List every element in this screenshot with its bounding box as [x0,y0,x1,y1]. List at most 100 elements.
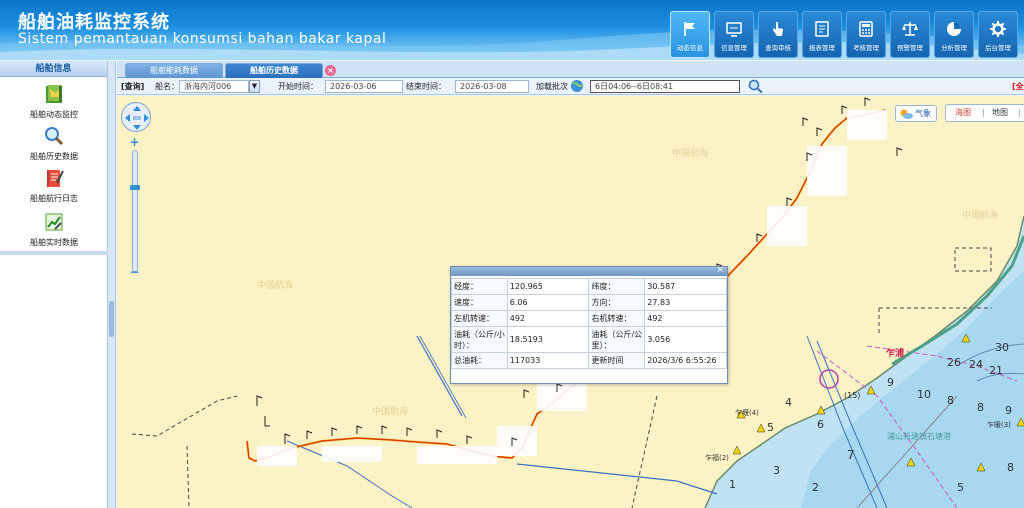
report-icon [815,21,829,37]
batch-select[interactable]: 6日04:06--6日08:41 [590,80,740,93]
depth-label: 24 [969,358,983,371]
field-value: 120.965 [506,278,590,295]
weather-button[interactable]: 气象 [895,105,937,122]
nav-label: 查询审核 [765,44,791,52]
field-value: 3.056 [644,326,727,353]
depth-label: 5 [767,421,774,434]
ship-name-label: 船名： [155,82,179,91]
nav-label: 报表管理 [809,44,835,52]
depth-label: 26 [947,356,961,369]
nav-query-review[interactable]: 查询审核 [758,11,798,58]
nav-dynamic-info[interactable]: 动态信息 [670,11,710,58]
road-map-toggle[interactable]: 地图 [992,105,1008,121]
fullscreen-link[interactable]: [全 [1012,78,1024,95]
zoom-slider-handle[interactable] [130,185,140,190]
depth-label: 4 [785,396,792,409]
query-bar: [查询] 船名： 浙海内河006 ▼ 开始时间： 2026-03-06 结束时间… [117,78,1024,95]
sidebar-splitter[interactable] [108,61,116,508]
nav-info-management[interactable]: 信息管理 [714,11,754,58]
tab-close-icon[interactable]: × [325,65,336,76]
place-label: 浦山新建镇石塘港 [887,432,951,441]
book-map-icon [46,85,62,103]
map-pan-control[interactable] [121,102,151,132]
start-time-input[interactable]: 2026-03-06 [325,80,403,93]
table-row: 总油耗： 117033 更新时间 2026/3/6 6:55:26 [451,352,727,369]
sidebar-item-realtime-data[interactable]: 船舶实时数据 [0,211,108,248]
table-row: 经度： 120.965 纬度： 30.587 [451,278,727,295]
place-label: 乍福(2) [705,454,729,462]
sidebar-item-voyage-log[interactable]: 船舶航行日志 [0,167,108,204]
sea-chart-toggle[interactable]: 海图 [955,105,971,121]
splitter-grip[interactable] [109,301,114,337]
app-subtitle: Sistem pemantauan konsumsi bahan bakar k… [18,31,387,47]
zoom-in-icon[interactable]: + [128,136,141,148]
sidebar-item-label: 船舶实时数据 [30,238,78,247]
field-label: 左机转速： [451,310,508,327]
sidebar-item-label: 船舶航行日志 [30,194,78,203]
nav-assessment-management[interactable]: 考核管理 [846,11,886,58]
nav-label: 考核管理 [853,44,879,52]
depth-label: 30 [995,341,1009,354]
load-batch-label: 加载批次 [536,82,568,91]
ship-name-select[interactable]: 浙海内河006 [179,80,249,93]
search-icon[interactable] [748,79,764,94]
zoom-slider[interactable] [130,150,140,272]
app-header: 船舶油耗监控系统 Sistem pemantauan konsumsi baha… [0,0,1024,60]
close-icon[interactable]: × [716,265,724,275]
depth-label: 3 [773,464,780,477]
popup-header[interactable]: × [451,265,727,276]
sidebar-item-history-data[interactable]: 船舶历史数据 [0,125,108,162]
scale-icon [902,22,918,36]
map-watermark: 中国航海 [257,281,294,291]
end-time-label: 结束时间： [406,82,446,91]
chevron-down-icon[interactable]: ▼ [249,80,260,93]
nav-report-management[interactable]: 报表管理 [802,11,842,58]
pan-arrows-icon[interactable] [122,103,152,133]
nav-label: 分析管理 [941,44,967,52]
field-value: 117033 [506,352,590,369]
top-nav: 动态信息 信息管理 查询审核 报表管理 考核管理 预警管理 分析管理 后台管理 [670,11,1018,58]
end-time-input[interactable]: 2026-03-08 [455,80,529,93]
start-time-label: 开始时间： [278,82,318,91]
weather-label: 气象 [915,109,931,118]
nav-label: 预警管理 [897,44,923,52]
sidebar-title: 船舶信息 [0,61,107,77]
place-label: 乍暖(3) [987,421,1011,429]
nav-analysis-management[interactable]: 分析管理 [934,11,974,58]
chart-map[interactable]: 中国航海 中国航海 中国航海 中国航海 乍浦 浦山新建镇石塘港 乍暖(3) 乍堰… [117,96,1024,508]
calculator-icon [859,21,873,37]
globe-icon[interactable] [570,79,584,93]
weather-sun-cloud-icon [900,109,913,119]
nav-warning-management[interactable]: 预警管理 [890,11,930,58]
depth-label: 2 [812,481,819,494]
ship-info-popup: × 经度： 120.965 纬度： 30.587 速度： 6.06 方向： 27… [450,265,728,384]
field-value: 2026/3/6 6:55:26 [644,352,727,369]
place-label: 乍堰(4) [735,409,759,417]
field-label: 纬度： [588,278,646,295]
field-label: 右机转速： [588,310,646,327]
tab-energy-data[interactable]: 船舶能耗数据 [125,63,223,78]
field-label: 总油耗： [451,352,508,369]
chart-sheet-icon [45,213,63,231]
field-label: 经度： [451,278,508,295]
field-label: 油耗（公斤/小时）： [451,326,508,353]
field-value: 30.587 [644,278,727,295]
field-value: 492 [644,310,727,327]
depth-label: 8 [1007,461,1014,474]
tab-bar: 船舶能耗数据 船舶历史数据 × [117,61,1024,78]
nav-label: 信息管理 [721,44,747,52]
map-watermark: 中国航海 [962,211,999,221]
sidebar-item-dynamic-monitor[interactable]: 船舶动态监控 [0,83,108,120]
depth-label: 8 [947,394,954,407]
map-watermark: 中国航海 [672,149,709,159]
gear-icon [990,21,1006,37]
tab-label: 船舶历史数据 [250,66,298,75]
zoom-out-icon[interactable]: − [128,266,141,278]
depth-label: 21 [989,364,1003,377]
field-value: 27.83 [644,294,727,311]
nav-backend-management[interactable]: 后台管理 [978,11,1018,58]
field-value: 492 [506,310,590,327]
tab-history-data[interactable]: 船舶历史数据 × [225,63,336,78]
map-watermark: 中国航海 [372,407,409,417]
tab-label: 船舶能耗数据 [150,66,198,75]
